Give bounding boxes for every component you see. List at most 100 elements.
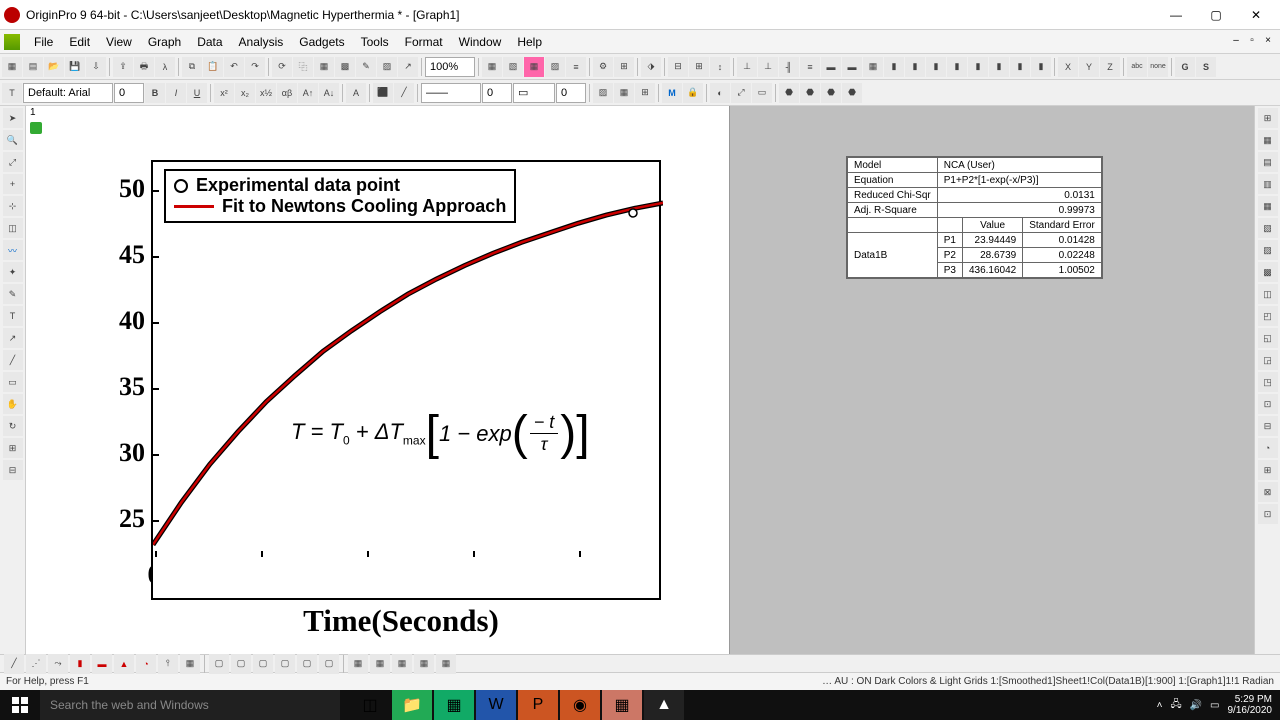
open-button[interactable]: 📂 xyxy=(44,57,64,77)
mdi-restore-button[interactable]: ▫ xyxy=(1244,35,1260,49)
rescale-button[interactable]: ⤢ xyxy=(731,83,751,103)
tool-a[interactable]: ▦ xyxy=(482,57,502,77)
superscript-button[interactable]: x² xyxy=(214,83,234,103)
task-view-button[interactable]: ◫ xyxy=(350,690,390,720)
misc-left-2[interactable]: ⊟ xyxy=(3,460,23,480)
plot-b6[interactable]: ▢ xyxy=(319,654,339,674)
task-photos[interactable]: ▲ xyxy=(644,690,684,720)
plot-b1[interactable]: ▢ xyxy=(209,654,229,674)
plot-stock[interactable]: ⫯ xyxy=(158,654,178,674)
tool-h[interactable]: ⬗ xyxy=(641,57,661,77)
decrease-font-button[interactable]: A↓ xyxy=(319,83,339,103)
plot-3d[interactable]: ▦ xyxy=(180,654,200,674)
hist-6[interactable]: ▮ xyxy=(989,57,1009,77)
legend[interactable]: Experimental data point Fit to Newtons C… xyxy=(164,169,516,223)
region-tool[interactable]: 〰 xyxy=(3,240,23,260)
plot-bar[interactable]: ▬ xyxy=(92,654,112,674)
tool-j[interactable]: ⊞ xyxy=(689,57,709,77)
r-tool-7[interactable]: ▨ xyxy=(1258,240,1278,260)
maximize-button[interactable]: ▢ xyxy=(1196,1,1236,29)
font-color-button[interactable]: A xyxy=(346,83,366,103)
plot-c3[interactable]: ▦ xyxy=(392,654,412,674)
hist-3[interactable]: ▮ xyxy=(926,57,946,77)
refresh-button[interactable]: ⟳ xyxy=(272,57,292,77)
plot-b5[interactable]: ▢ xyxy=(297,654,317,674)
x-axis-label[interactable]: Time(Seconds) xyxy=(303,603,499,639)
font-combo[interactable]: Default: Arial xyxy=(23,83,113,103)
anti-alias-button[interactable]: ◐ xyxy=(710,83,730,103)
graph-window[interactable]: 1 25 30 35 40 45 50 0 200 400 600 800 Te… xyxy=(26,106,730,654)
tray-lang-icon[interactable]: ▭ xyxy=(1210,700,1219,711)
rotate-tool[interactable]: ↻ xyxy=(3,416,23,436)
lock-button[interactable]: 🔒 xyxy=(683,83,703,103)
undo-button[interactable]: ↶ xyxy=(224,57,244,77)
hand-tool[interactable]: ✋ xyxy=(3,394,23,414)
tool-b[interactable]: ▧ xyxy=(503,57,523,77)
greek-button[interactable]: αβ xyxy=(277,83,297,103)
new-matrix-button[interactable]: ▩ xyxy=(335,57,355,77)
bold-button[interactable]: B xyxy=(145,83,165,103)
increase-font-button[interactable]: A↑ xyxy=(298,83,318,103)
menu-analysis[interactable]: Analysis xyxy=(231,33,292,51)
stat-4[interactable]: ≡ xyxy=(800,57,820,77)
fill-color-button[interactable]: ⬛ xyxy=(373,83,393,103)
text-tool[interactable]: T xyxy=(2,83,22,103)
r-tool-18[interactable]: ⊠ xyxy=(1258,482,1278,502)
r-tool-12[interactable]: ◲ xyxy=(1258,350,1278,370)
plot-line[interactable]: ╱ xyxy=(4,654,24,674)
new-2d-button[interactable]: ↗ xyxy=(398,57,418,77)
hist-4[interactable]: ▮ xyxy=(947,57,967,77)
r-tool-5[interactable]: ▦ xyxy=(1258,196,1278,216)
tool-f[interactable]: ⚙ xyxy=(593,57,613,77)
plot-area[interactable]: ▲ xyxy=(114,654,134,674)
line-tool[interactable]: ╱ xyxy=(3,350,23,370)
draw-tool[interactable]: ✎ xyxy=(3,284,23,304)
r-tool-8[interactable]: ▩ xyxy=(1258,262,1278,282)
print-button[interactable]: 🖶 xyxy=(134,57,154,77)
reader-tool[interactable]: + xyxy=(3,174,23,194)
r-tool-15[interactable]: ⊟ xyxy=(1258,416,1278,436)
hist-7[interactable]: ▮ xyxy=(1010,57,1030,77)
paste-button[interactable]: 📋 xyxy=(203,57,223,77)
plot-c1[interactable]: ▦ xyxy=(348,654,368,674)
line-color-button[interactable]: ╱ xyxy=(394,83,414,103)
misc-1[interactable]: ⬣ xyxy=(779,83,799,103)
mask-button[interactable]: M xyxy=(662,83,682,103)
mask-tool[interactable]: ✦ xyxy=(3,262,23,282)
tool-i[interactable]: ⊟ xyxy=(668,57,688,77)
hist-8[interactable]: ▮ xyxy=(1031,57,1051,77)
tool-d[interactable]: ▨ xyxy=(545,57,565,77)
r-tool-4[interactable]: ▥ xyxy=(1258,174,1278,194)
menu-view[interactable]: View xyxy=(98,33,140,51)
new-notes-button[interactable]: ✎ xyxy=(356,57,376,77)
menu-file[interactable]: File xyxy=(26,33,61,51)
new-project-button[interactable]: ▦ xyxy=(2,57,22,77)
plot-pie[interactable]: ◔ xyxy=(136,654,156,674)
copy-button[interactable]: ⧉ xyxy=(182,57,202,77)
letter-g[interactable]: G xyxy=(1175,57,1195,77)
tool-c[interactable]: ▦ xyxy=(524,57,544,77)
menu-graph[interactable]: Graph xyxy=(140,33,189,51)
grid-button[interactable]: ▦ xyxy=(614,83,634,103)
task-powerpoint[interactable]: P xyxy=(518,690,558,720)
data-selector-tool[interactable]: ◫ xyxy=(3,218,23,238)
tray-network-icon[interactable]: 🖧 xyxy=(1170,697,1181,714)
supsub-button[interactable]: x½ xyxy=(256,83,276,103)
menu-window[interactable]: Window xyxy=(451,33,510,51)
r-tool-13[interactable]: ◳ xyxy=(1258,372,1278,392)
r-tool-6[interactable]: ▧ xyxy=(1258,218,1278,238)
stat-7[interactable]: ▦ xyxy=(863,57,883,77)
hist-5[interactable]: ▮ xyxy=(968,57,988,77)
r-tool-10[interactable]: ◰ xyxy=(1258,306,1278,326)
plot-scatter[interactable]: ⋰ xyxy=(26,654,46,674)
tool-e[interactable]: ≡ xyxy=(566,57,586,77)
lbl-abc[interactable]: abc xyxy=(1127,57,1147,77)
plot-c4[interactable]: ▦ xyxy=(414,654,434,674)
menu-gadgets[interactable]: Gadgets xyxy=(291,33,352,51)
search-input[interactable]: Search the web and Windows xyxy=(40,690,340,720)
pan-tool[interactable]: ⤢ xyxy=(3,152,23,172)
table-button[interactable]: ⊞ xyxy=(635,83,655,103)
pattern-combo[interactable]: ▭ xyxy=(513,83,555,103)
plot-b2[interactable]: ▢ xyxy=(231,654,251,674)
r-tool-19[interactable]: ⊡ xyxy=(1258,504,1278,524)
